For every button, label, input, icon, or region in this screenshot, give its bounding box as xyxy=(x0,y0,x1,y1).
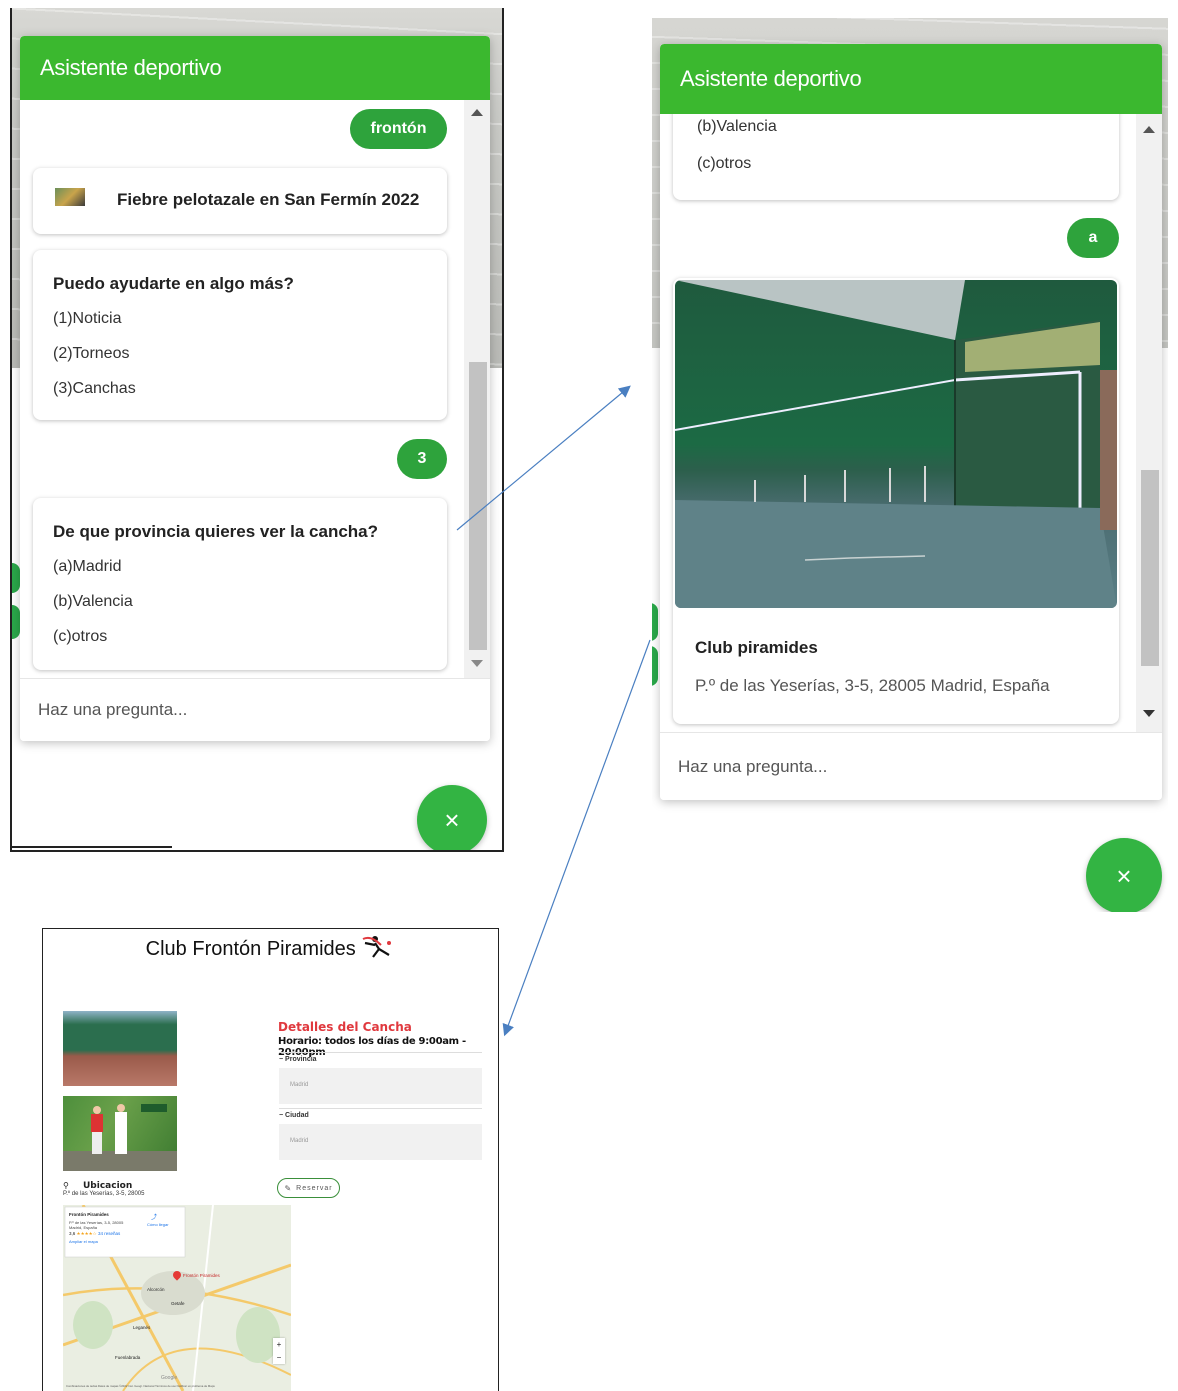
chat-title: Asistente deportivo xyxy=(40,55,222,80)
ciudad-label: − Ciudad xyxy=(279,1108,482,1119)
chat-input[interactable]: Haz una pregunta... xyxy=(660,732,1162,800)
background-text-fragment xyxy=(12,563,20,593)
arrow-to-club-page xyxy=(502,639,651,1037)
club-result-card[interactable]: Club piramides P.º de las Yeserías, 3-5,… xyxy=(673,278,1119,724)
map-rating: 3,6 ★★★★☆ 34 reseñas xyxy=(69,1231,121,1236)
chat-input[interactable]: Haz una pregunta... xyxy=(20,678,490,741)
provincia-label: − Provincia xyxy=(279,1052,482,1063)
zoom-in-button[interactable]: + xyxy=(273,1338,285,1351)
chat-screenshot-1: Asistente deportivo frontón Fiebre pelot… xyxy=(10,8,504,852)
location-address: P.º de las Yeserías, 3-5, 28005 xyxy=(63,1191,145,1197)
zoom-out-button[interactable]: − xyxy=(273,1351,285,1364)
background-text-fragment xyxy=(12,605,20,639)
bot-province-card: De que provincia quieres ver la cancha? … xyxy=(33,498,447,670)
province-question: De que provincia quieres ver la cancha? xyxy=(53,522,379,541)
map-directions-link[interactable]: Cómo llegar xyxy=(147,1222,169,1227)
province-option-otros[interactable]: (c)otros xyxy=(697,155,751,173)
rating-stars-icon: ★★★★☆ xyxy=(76,1231,97,1236)
reserve-button[interactable]: ✎ Reservar xyxy=(277,1178,340,1198)
news-thumbnail-icon xyxy=(55,188,85,206)
players-illustration xyxy=(63,1104,177,1171)
court-illustration xyxy=(675,280,1117,608)
map-city: Leganés xyxy=(133,1325,151,1330)
map-enlarge-link[interactable]: Ampliar el mapa xyxy=(69,1239,98,1244)
map-footer: Combinaciones de teclas Datos de mapas ©… xyxy=(66,1384,215,1388)
chat-screenshot-2: Asistente deportivo (b)Valencia (c)otros… xyxy=(652,18,1168,912)
map-zoom-controls: + − xyxy=(273,1338,285,1364)
chat-header: Asistente deportivo xyxy=(660,44,1162,114)
province-option-otros[interactable]: (c)otros xyxy=(53,628,107,646)
club-name: Club piramides xyxy=(695,638,818,657)
close-chat-button[interactable]: × xyxy=(417,785,487,850)
location-pin-icon: ⚲ xyxy=(63,1181,69,1190)
map-city: Getafe xyxy=(171,1301,185,1306)
user-message: 3 xyxy=(397,439,447,479)
ciudad-field[interactable]: Madrid xyxy=(279,1124,482,1160)
menu-question: Puedo ayudarte en algo más? xyxy=(53,274,294,293)
map-city: Alcorcón xyxy=(147,1287,165,1292)
map-place-city: Madrid, España xyxy=(69,1225,98,1230)
chat-messages[interactable]: (b)Valencia (c)otros a Club piramides P.… xyxy=(660,114,1162,732)
edit-icon: ✎ xyxy=(284,1183,293,1193)
province-option-valencia[interactable]: (b)Valencia xyxy=(697,118,777,136)
provincia-field[interactable]: Madrid xyxy=(279,1068,482,1104)
background-text-fragment xyxy=(652,603,658,641)
club-court-photo xyxy=(675,280,1117,608)
user-message: frontón xyxy=(350,109,447,149)
bot-province-card: (b)Valencia (c)otros xyxy=(673,114,1119,200)
menu-option-noticia[interactable]: (1)Noticia xyxy=(53,310,121,328)
pelota-player-logo-icon xyxy=(362,936,392,958)
google-logo: Google xyxy=(161,1375,178,1381)
menu-option-torneos[interactable]: (2)Torneos xyxy=(53,345,129,363)
chat-widget: Asistente deportivo frontón Fiebre pelot… xyxy=(20,36,490,741)
details-title: Detalles del Cancha xyxy=(278,1020,412,1034)
google-map[interactable]: Frontón Piramides P.º de las Yeserías, 3… xyxy=(63,1205,291,1391)
scroll-thumb[interactable] xyxy=(469,362,487,650)
user-message: a xyxy=(1067,218,1119,258)
scroll-up-icon[interactable] xyxy=(1143,126,1155,133)
directions-icon[interactable]: ⤴ xyxy=(151,1212,157,1221)
court-photo xyxy=(63,1011,177,1086)
scroll-down-icon[interactable] xyxy=(1143,710,1155,717)
chat-title: Asistente deportivo xyxy=(680,66,862,91)
page-title: Club Frontón Piramides xyxy=(43,935,498,961)
province-option-valencia[interactable]: (b)Valencia xyxy=(53,593,133,611)
news-card[interactable]: Fiebre pelotazale en San Fermín 2022 xyxy=(33,168,447,234)
map-city: Fuenlabrada xyxy=(115,1355,141,1360)
map-place-name: Frontón Piramides xyxy=(69,1212,109,1217)
chat-scrollbar[interactable] xyxy=(464,100,490,678)
club-address: P.º de las Yeserías, 3-5, 28005 Madrid, … xyxy=(695,676,1050,695)
bot-menu-card: Puedo ayudarte en algo más? (1)Noticia (… xyxy=(33,250,447,420)
club-page-screenshot: Club Frontón Piramides ⚲ Ubicacion P.º d… xyxy=(42,928,499,1391)
divider xyxy=(12,846,172,848)
close-icon: × xyxy=(444,804,460,835)
province-option-madrid[interactable]: (a)Madrid xyxy=(53,558,121,576)
news-title: Fiebre pelotazale en San Fermín 2022 xyxy=(117,190,420,209)
menu-option-canchas[interactable]: (3)Canchas xyxy=(53,380,136,398)
background-text-fragment xyxy=(652,646,658,686)
scroll-up-icon[interactable] xyxy=(471,109,483,116)
chat-scrollbar[interactable] xyxy=(1136,114,1162,732)
map-pin-label: Frontón Piramides xyxy=(183,1273,220,1278)
close-icon: × xyxy=(1116,860,1132,891)
players-photo xyxy=(63,1096,177,1171)
location-label: Ubicacion xyxy=(83,1181,133,1191)
close-chat-button[interactable]: × xyxy=(1086,838,1162,912)
chat-header: Asistente deportivo xyxy=(20,36,490,100)
scroll-thumb[interactable] xyxy=(1141,470,1159,666)
chat-widget: Asistente deportivo (b)Valencia (c)otros… xyxy=(660,44,1162,800)
scroll-down-icon[interactable] xyxy=(471,660,483,667)
chat-messages[interactable]: frontón Fiebre pelotazale en San Fermín … xyxy=(20,100,490,678)
